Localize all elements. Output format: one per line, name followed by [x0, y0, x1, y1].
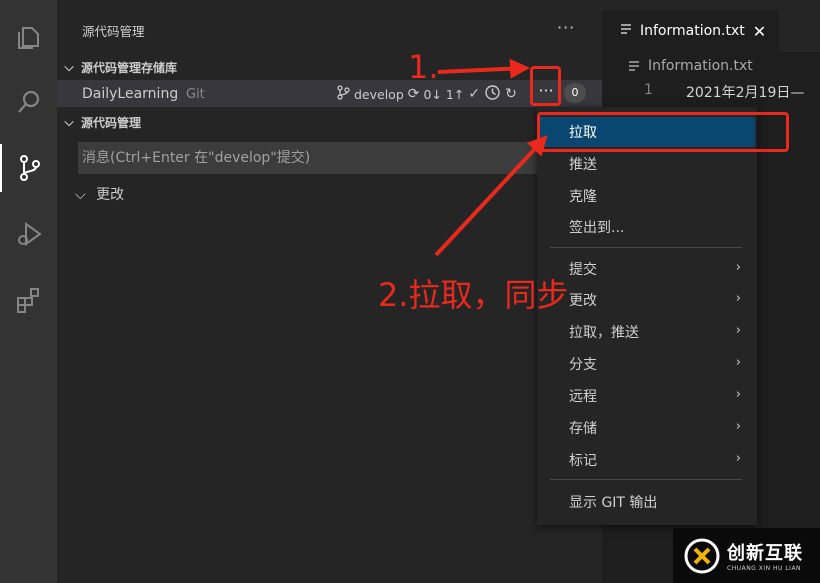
chevron-right-icon: › [735, 419, 741, 434]
menu-item-commit[interactable]: 提交 › [539, 254, 755, 284]
menu-separator [550, 247, 742, 248]
menu-item-show-git-output[interactable]: 显示 GIT 输出 [539, 487, 755, 517]
chevron-down-icon: ⌵ [75, 187, 86, 203]
commit-check-icon[interactable]: ✓ [468, 86, 480, 102]
refresh-icon[interactable]: ↻ [505, 86, 517, 102]
line-number: 1 [644, 82, 653, 98]
chevron-right-icon: › [735, 323, 741, 338]
changes-count-badge: 0 [564, 83, 586, 103]
scm-section-title: 源代码管理 [81, 115, 142, 130]
file-lines-icon [629, 61, 639, 71]
annotation-step-2: 2.拉取，同步 [378, 276, 569, 314]
changes-label: 更改 [96, 187, 125, 203]
repository-row[interactable]: DailyLearning Git develop ⟳ 0↓ 1↑ ✓ ↻ [57, 80, 602, 107]
extensions-icon[interactable] [0, 276, 57, 324]
menu-item-label: 签出到... [569, 220, 625, 236]
menu-item-label: 拉取，推送 [569, 325, 639, 341]
chevron-right-icon: › [735, 451, 741, 466]
branch-name[interactable]: develop [354, 87, 404, 102]
menu-item-checkout[interactable]: 签出到... [539, 212, 755, 242]
chevron-down-icon: ⌵ [64, 114, 74, 129]
sync-icon[interactable]: ⟳ [408, 86, 420, 102]
watermark-logo: 创新互联 CHUANG XIN HU LIAN [673, 528, 820, 583]
repo-type: Git [186, 87, 205, 102]
context-menu: 拉取 推送 克隆 签出到... 提交 › 更改 › 拉取，推送 › 分支 › 远程 › 存… [537, 107, 757, 525]
menu-item-label: 存储 [569, 421, 597, 437]
repo-name: DailyLearning [82, 86, 179, 102]
menu-item-tags[interactable]: 标记 › [539, 445, 755, 475]
chevron-down-icon: ⌵ [64, 59, 74, 74]
annotation-box-pull-item [537, 112, 789, 152]
repositories-section-title: 源代码管理存储库 [81, 60, 178, 75]
brand-logo-icon [684, 538, 720, 573]
sync-status[interactable]: 0↓ 1↑ [424, 87, 465, 102]
search-icon[interactable] [0, 78, 57, 126]
watermark-cn: 创新互联 [727, 543, 803, 564]
menu-item-remote[interactable]: 远程 › [539, 381, 755, 411]
close-icon[interactable]: ✕ [753, 22, 766, 41]
chevron-right-icon: › [735, 355, 741, 370]
menu-item-label: 远程 [569, 389, 597, 405]
menu-item-branch[interactable]: 分支 › [539, 349, 755, 379]
annotation-box-more-button [530, 66, 561, 106]
menu-item-label: 更改 [569, 293, 597, 309]
menu-item-pull-push[interactable]: 拉取，推送 › [539, 317, 755, 347]
menu-item-clone[interactable]: 克隆 [539, 181, 755, 211]
branch-icon[interactable] [337, 84, 350, 104]
chevron-right-icon: › [735, 291, 741, 306]
activity-bar [0, 0, 57, 583]
repo-actions: develop ⟳ 0↓ 1↑ ✓ ↻ [337, 84, 517, 104]
menu-item-label: 标记 [569, 453, 597, 469]
menu-item-label: 提交 [569, 262, 597, 278]
menu-item-label: 显示 GIT 输出 [569, 495, 658, 511]
file-lines-icon [620, 23, 632, 39]
watermark-text: 创新互联 CHUANG XIN HU LIAN [727, 539, 803, 572]
menu-item-stash[interactable]: 存储 › [539, 413, 755, 443]
menu-item-changes[interactable]: 更改 › [539, 285, 755, 315]
line-text[interactable]: 2021年2月19日— [686, 82, 804, 102]
tab-information-txt[interactable]: Information.txt ✕ [602, 10, 779, 52]
chevron-right-icon: › [735, 260, 741, 275]
chevron-right-icon: › [735, 387, 741, 402]
changes-group[interactable]: ⌵ 更改 [75, 184, 124, 204]
breadcrumb[interactable]: Information.txt [628, 58, 753, 74]
menu-item-label: 克隆 [569, 189, 597, 205]
commit-message-input[interactable] [78, 142, 548, 174]
explorer-icon[interactable] [0, 14, 57, 62]
tab-strip: Information.txt ✕ [602, 0, 820, 52]
menu-item-label: 分支 [569, 357, 597, 373]
source-control-icon[interactable] [0, 144, 57, 192]
history-icon[interactable] [484, 84, 501, 105]
breadcrumb-file: Information.txt [648, 58, 753, 74]
sidebar-more-actions-button[interactable]: ··· [557, 18, 575, 37]
menu-item-push[interactable]: 推送 [539, 149, 755, 179]
watermark-en: CHUANG XIN HU LIAN [727, 565, 802, 572]
sidebar-title: 源代码管理 [82, 24, 145, 39]
run-debug-icon[interactable] [0, 210, 57, 258]
annotation-step-1: 1. [408, 48, 439, 86]
tab-label: Information.txt [640, 23, 745, 39]
menu-separator [550, 479, 742, 480]
scm-section-header[interactable]: ⌵ 源代码管理 [57, 110, 602, 134]
menu-item-label: 推送 [569, 157, 597, 173]
repositories-section-header[interactable]: ⌵ 源代码管理存储库 [57, 55, 602, 79]
